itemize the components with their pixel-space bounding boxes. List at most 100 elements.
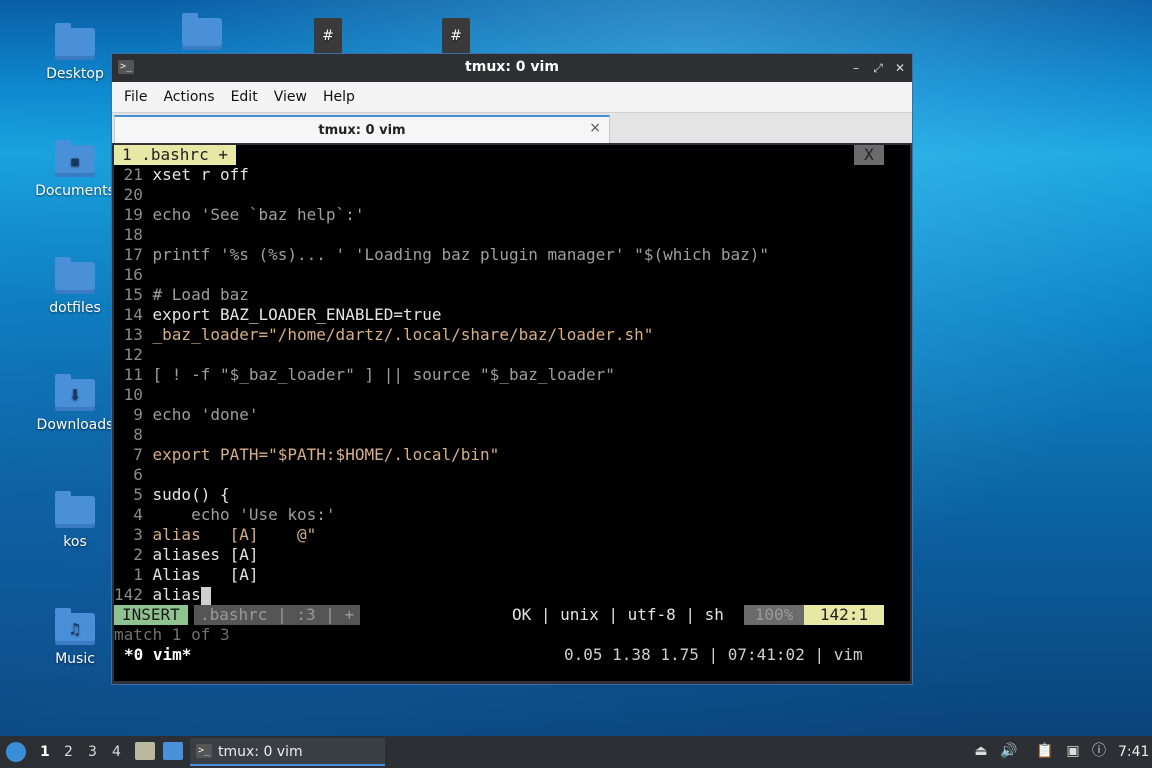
desktop-item-dotfiles[interactable]: dotfiles bbox=[35, 257, 115, 316]
folder-icon bbox=[182, 13, 222, 50]
file-manager-launcher-icon[interactable] bbox=[135, 742, 155, 760]
taskbar-task-terminal[interactable]: >_ tmux: 0 vim bbox=[190, 738, 385, 766]
minimize-icon[interactable]: – bbox=[848, 60, 864, 76]
document-icon: # bbox=[442, 18, 470, 54]
desktop-item-label: kos bbox=[63, 534, 87, 550]
desktop-item-file-1[interactable]: # bbox=[288, 18, 368, 58]
line-text: Alias [A] bbox=[152, 565, 259, 584]
maximize-icon[interactable]: ⤢ bbox=[870, 60, 886, 76]
workspace-1[interactable]: 1 bbox=[40, 744, 50, 760]
task-label: tmux: 0 vim bbox=[218, 744, 303, 760]
file-info: OK | unix | utf-8 | sh bbox=[512, 605, 724, 624]
code-line: 16 bbox=[114, 265, 153, 285]
code-line: 3 alias [A] @" bbox=[114, 525, 316, 545]
workspace-4[interactable]: 4 bbox=[112, 744, 121, 760]
code-line: 21 xset r off bbox=[114, 165, 249, 185]
code-line: 9 echo 'done' bbox=[114, 405, 259, 425]
folder-icon bbox=[55, 257, 95, 294]
tab-label: tmux: 0 vim bbox=[318, 123, 406, 138]
tab-close-icon[interactable]: × bbox=[589, 120, 601, 136]
window-title: tmux: 0 vim bbox=[465, 59, 559, 75]
code-line: 1 Alias [A] bbox=[114, 565, 259, 585]
menu-file[interactable]: File bbox=[116, 89, 155, 105]
line-text: echo 'done' bbox=[152, 405, 259, 424]
desktop-item-desktop[interactable]: Desktop bbox=[35, 23, 115, 82]
menu-edit[interactable]: Edit bbox=[223, 89, 266, 105]
vim-statusline: INSERT .bashrc | :3 | + OK | unix | utf-… bbox=[114, 605, 884, 625]
tmux-status-right: 0.05 1.38 1.75 | 07:41:02 | vim bbox=[564, 645, 863, 664]
code-line: 7 export PATH="$PATH:$HOME/.local/bin" bbox=[114, 445, 499, 465]
notification-icon[interactable]: ⓘ bbox=[1090, 742, 1108, 760]
clipboard-icon[interactable]: 📋 bbox=[1036, 742, 1054, 760]
code-line: 11 [ ! -f "$_baz_loader" ] || source "$_… bbox=[114, 365, 615, 385]
line-number: 4 bbox=[114, 505, 153, 524]
workspace-2[interactable]: 2 bbox=[64, 744, 73, 760]
tmux-statusbar: *0 vim* 0.05 1.38 1.75 | 07:41:02 | vim bbox=[114, 645, 910, 665]
cursor-position: 142:1 bbox=[804, 605, 884, 625]
line-number: 7 bbox=[114, 445, 153, 464]
desktop-item-music[interactable]: ♫ Music bbox=[35, 608, 115, 667]
scroll-percent: 100% bbox=[744, 605, 804, 625]
eject-icon[interactable]: ⏏ bbox=[972, 742, 990, 760]
code-line: 4 echo 'Use kos:' bbox=[114, 505, 335, 525]
line-text: _baz_loader="/home/dartz/.local/share/ba… bbox=[152, 325, 654, 344]
folder-launcher-icon[interactable] bbox=[163, 742, 183, 760]
vim-tab-close[interactable]: X bbox=[854, 145, 884, 165]
line-text: alias bbox=[152, 585, 201, 604]
line-number: 19 bbox=[114, 205, 153, 224]
code-line: 6 bbox=[114, 465, 153, 485]
tab-tmux[interactable]: tmux: 0 vim × bbox=[114, 115, 610, 143]
line-number: 11 bbox=[114, 365, 153, 384]
code-line: 8 bbox=[114, 425, 153, 445]
desktop-item-kos[interactable]: kos bbox=[35, 491, 115, 550]
line-number: 18 bbox=[114, 225, 153, 244]
code-line: 10 bbox=[114, 385, 153, 405]
line-number: 21 bbox=[114, 165, 153, 184]
window-titlebar[interactable]: >_ tmux: 0 vim – ⤢ ✕ bbox=[112, 54, 912, 82]
code-line: 142 alias bbox=[114, 585, 211, 605]
tmux-window-name[interactable]: *0 vim* bbox=[124, 645, 191, 665]
document-icon: # bbox=[314, 18, 342, 54]
network-icon[interactable]: ▣ bbox=[1064, 742, 1082, 760]
desktop-item-label: dotfiles bbox=[49, 300, 101, 316]
line-number: 15 bbox=[114, 285, 153, 304]
desktop-item-documents[interactable]: ▪ Documents bbox=[35, 140, 115, 199]
code-line: 14 export BAZ_LOADER_ENABLED=true bbox=[114, 305, 442, 325]
taskbar: 1 2 3 4 >_ tmux: 0 vim ⏏ 🔊 📋 ▣ ⓘ 7:41 bbox=[0, 736, 1152, 768]
text-cursor bbox=[200, 586, 211, 605]
mode-indicator: INSERT bbox=[114, 605, 188, 625]
line-number: 142 bbox=[114, 585, 153, 604]
code-line: 12 bbox=[114, 345, 153, 365]
line-text: alias [A] @" bbox=[152, 525, 317, 544]
line-number: 1 bbox=[114, 565, 153, 584]
code-line: 18 bbox=[114, 225, 153, 245]
menu-actions[interactable]: Actions bbox=[155, 89, 222, 105]
tab-bar: tmux: 0 vim × bbox=[112, 112, 912, 143]
line-number: 20 bbox=[114, 185, 153, 204]
line-number: 2 bbox=[114, 545, 153, 564]
code-line: 5 sudo() { bbox=[114, 485, 229, 505]
desktop-item-downloads[interactable]: ⬇ Downloads bbox=[35, 374, 115, 433]
line-text: export PATH="$PATH:$HOME/.local/bin" bbox=[152, 445, 500, 464]
start-menu-icon[interactable] bbox=[6, 742, 26, 762]
menu-view[interactable]: View bbox=[266, 89, 315, 105]
line-number: 12 bbox=[114, 345, 153, 364]
desktop-item-file-2[interactable]: # bbox=[416, 18, 496, 58]
line-text: aliases [A] bbox=[152, 545, 259, 564]
menubar: File Actions Edit View Help bbox=[112, 82, 912, 112]
vim-tab[interactable]: 1 .bashrc + bbox=[114, 145, 236, 165]
line-text: printf '%s (%s)... ' 'Loading baz plugin… bbox=[152, 245, 770, 264]
terminal-area[interactable]: 1 .bashrc + X 21 xset r off 20 19 echo '… bbox=[114, 145, 910, 681]
desktop-item-label: Desktop bbox=[46, 66, 104, 82]
workspace-3[interactable]: 3 bbox=[88, 744, 97, 760]
code-line: 2 aliases [A] bbox=[114, 545, 259, 565]
terminal-window: >_ tmux: 0 vim – ⤢ ✕ File Actions Edit V… bbox=[111, 53, 913, 685]
volume-icon[interactable]: 🔊 bbox=[1000, 742, 1018, 760]
close-icon[interactable]: ✕ bbox=[892, 60, 908, 76]
line-number: 13 bbox=[114, 325, 153, 344]
desktop-item-image[interactable] bbox=[162, 13, 242, 56]
menu-help[interactable]: Help bbox=[315, 89, 363, 105]
line-text: [ ! -f "$_baz_loader" ] || source "$_baz… bbox=[152, 365, 615, 384]
line-number: 6 bbox=[114, 465, 153, 484]
line-text: # Load baz bbox=[152, 285, 249, 304]
